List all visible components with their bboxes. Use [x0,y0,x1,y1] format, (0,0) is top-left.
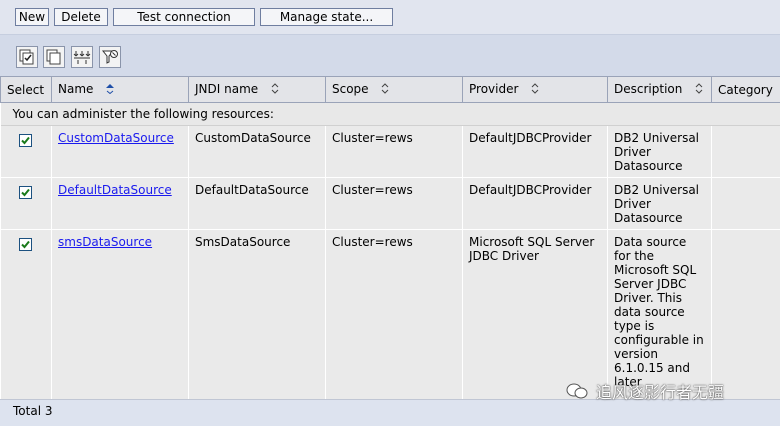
datasource-name-link[interactable]: DefaultDataSource [58,183,172,197]
sort-icon[interactable] [380,82,390,97]
clear-filter-icon[interactable] [99,46,121,68]
resources-table: Select Name JNDI name Scope Provider Des… [0,76,780,400]
column-header-select: Select [0,76,52,103]
column-header-description[interactable]: Description [607,76,712,103]
delete-button[interactable]: Delete [54,8,108,26]
row-select-checkbox[interactable] [19,134,33,147]
category-cell [711,125,780,178]
sort-icon[interactable] [530,82,540,97]
sort-icon[interactable] [694,82,704,97]
category-cell [711,229,780,400]
watermark-text: 追风逐影行者无疆 [596,383,725,402]
description-cell: DB2 Universal Driver Datasource [607,177,712,230]
icon-toolbar [0,34,780,76]
total-count: Total 3 [13,404,53,418]
watermark: 追风逐影行者无疆 [566,378,724,404]
column-header-name[interactable]: Name [51,76,189,103]
provider-cell: Microsoft SQL Server JDBC Driver [462,229,608,400]
sort-icon[interactable] [270,82,280,97]
table-notice: You can administer the following resourc… [0,102,780,126]
select-all-icon[interactable] [16,46,38,68]
filter-icon[interactable] [71,46,93,68]
row-select-checkbox[interactable] [19,238,33,251]
column-header-scope[interactable]: Scope [325,76,463,103]
deselect-all-icon[interactable] [43,46,65,68]
manage-state-button[interactable]: Manage state... [260,8,393,26]
action-toolbar: New Delete Test connection Manage state.… [0,0,780,34]
test-connection-button[interactable]: Test connection [113,8,255,26]
scope-cell: Cluster=rews [325,177,463,230]
scope-cell: Cluster=rews [325,125,463,178]
column-header-jndi-name[interactable]: JNDI name [188,76,326,103]
row-select-checkbox[interactable] [19,186,33,199]
datasource-name-link[interactable]: smsDataSource [58,235,152,249]
jndi-name-cell: SmsDataSource [188,229,326,400]
provider-cell: DefaultJDBCProvider [462,177,608,230]
table-row: DefaultDataSource DefaultDataSource Clus… [0,177,780,230]
datasource-name-link[interactable]: CustomDataSource [58,131,174,145]
category-cell [711,177,780,230]
jndi-name-cell: CustomDataSource [188,125,326,178]
column-header-provider[interactable]: Provider [462,76,608,103]
chat-bubble-icon [566,383,588,399]
new-button[interactable]: New [15,8,49,26]
table-row: CustomDataSource CustomDataSource Cluste… [0,125,780,178]
provider-cell: DefaultJDBCProvider [462,125,608,178]
description-cell: DB2 Universal Driver Datasource [607,125,712,178]
jndi-name-cell: DefaultDataSource [188,177,326,230]
scope-cell: Cluster=rews [325,229,463,400]
description-cell: Data source for the Microsoft SQL Server… [614,235,704,389]
column-header-category[interactable]: Category [711,76,780,103]
sort-ascending-icon[interactable] [105,82,115,97]
table-row: smsDataSource SmsDataSource Cluster=rews… [0,229,780,400]
